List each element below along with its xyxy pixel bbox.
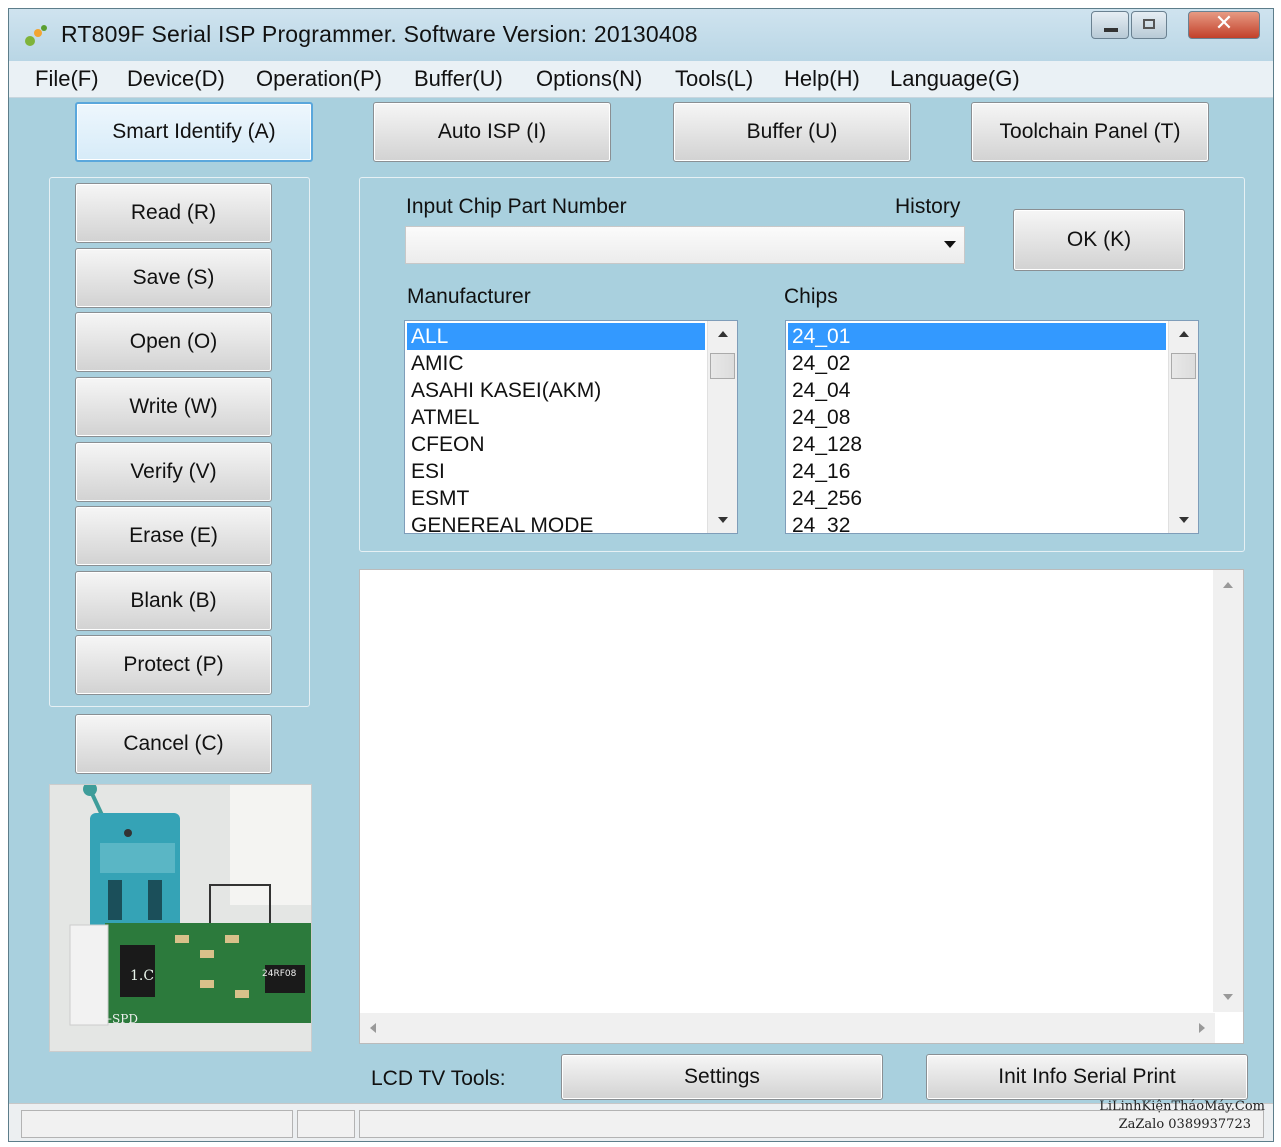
list-item[interactable]: ATMEL — [407, 404, 705, 431]
buffer-button[interactable]: Buffer (U) — [673, 102, 911, 162]
list-item[interactable]: AMIC — [407, 350, 705, 377]
list-item[interactable]: ALL — [407, 323, 705, 350]
log-vertical-scrollbar[interactable] — [1213, 570, 1243, 1012]
ok-button[interactable]: OK (K) — [1013, 209, 1185, 271]
maximize-icon — [1143, 19, 1155, 29]
protect-button[interactable]: Protect (P) — [75, 635, 272, 695]
menu-options[interactable]: Options(N) — [536, 66, 642, 92]
adapter-label: 1.C — [130, 968, 154, 984]
auto-isp-button[interactable]: Auto ISP (I) — [373, 102, 611, 162]
menu-bar: File(F) Device(D) Operation(P) Buffer(U)… — [9, 61, 1273, 98]
maximize-button[interactable] — [1131, 11, 1167, 39]
cancel-button[interactable]: Cancel (C) — [75, 714, 272, 774]
list-item[interactable]: 24_02 — [788, 350, 1166, 377]
status-cell-main — [21, 1110, 293, 1138]
save-button[interactable]: Save (S) — [75, 248, 272, 308]
log-output-area[interactable] — [359, 569, 1244, 1044]
lcd-tv-tools-label: LCD TV Tools: — [371, 1067, 506, 1090]
list-item[interactable]: CFEON — [407, 431, 705, 458]
menu-buffer[interactable]: Buffer(U) — [414, 66, 503, 92]
chips-list[interactable]: 24_01 24_02 24_04 24_08 24_128 24_16 24_… — [785, 320, 1199, 534]
watermark-line-2: ZaZalo 0389937723 — [1118, 1117, 1251, 1132]
title-bar[interactable]: RT809F Serial ISP Programmer. Software V… — [9, 9, 1273, 61]
settings-button[interactable]: Settings — [561, 1054, 883, 1100]
dropdown-arrow-icon[interactable] — [944, 241, 956, 248]
verify-button[interactable]: Verify (V) — [75, 442, 272, 502]
close-icon: ✕ — [1214, 10, 1234, 35]
scroll-left-icon[interactable] — [370, 1023, 376, 1033]
open-button[interactable]: Open (O) — [75, 312, 272, 372]
menu-operation[interactable]: Operation(P) — [256, 66, 382, 92]
menu-tools[interactable]: Tools(L) — [675, 66, 753, 92]
list-item[interactable]: GENEREAL MODE — [407, 512, 705, 533]
status-bar — [9, 1103, 1273, 1141]
toolchain-panel-button[interactable]: Toolchain Panel (T) — [971, 102, 1209, 162]
erase-button[interactable]: Erase (E) — [75, 506, 272, 566]
list-item[interactable]: ESMT — [407, 485, 705, 512]
adapter-photo: 1.C ←SPD 24RF08 — [49, 784, 312, 1052]
scroll-up-icon[interactable] — [718, 331, 728, 337]
scroll-up-icon[interactable] — [1223, 582, 1233, 588]
init-info-serial-print-button[interactable]: Init Info Serial Print — [926, 1054, 1248, 1100]
minimize-button[interactable] — [1091, 11, 1129, 39]
smart-identify-button[interactable]: Smart Identify (A) — [75, 102, 313, 162]
scroll-up-icon[interactable] — [1179, 331, 1189, 337]
list-item[interactable]: 24_256 — [788, 485, 1166, 512]
write-button[interactable]: Write (W) — [75, 377, 272, 437]
list-item[interactable]: 24_01 — [788, 323, 1166, 350]
list-item[interactable]: ESI — [407, 458, 705, 485]
scroll-thumb[interactable] — [710, 353, 735, 379]
list-item[interactable]: 24_16 — [788, 458, 1166, 485]
window-title: RT809F Serial ISP Programmer. Software V… — [61, 21, 698, 47]
chips-scrollbar[interactable] — [1168, 321, 1198, 533]
adapter-illustration: 1.C ←SPD 24RF08 — [50, 785, 311, 1051]
menu-help[interactable]: Help(H) — [784, 66, 860, 92]
spd-label: ←SPD — [102, 1012, 138, 1026]
chips-label: Chips — [784, 285, 838, 308]
manufacturer-scrollbar[interactable] — [707, 321, 737, 533]
list-item[interactable]: 24_128 — [788, 431, 1166, 458]
log-horizontal-scrollbar[interactable] — [360, 1013, 1215, 1043]
chip-label: 24RF08 — [262, 969, 297, 979]
menu-file[interactable]: File(F) — [35, 66, 99, 92]
chip-part-number-combo[interactable] — [405, 226, 965, 264]
menu-language[interactable]: Language(G) — [890, 66, 1020, 92]
list-item[interactable]: 24_08 — [788, 404, 1166, 431]
app-icon — [25, 25, 47, 46]
scroll-down-icon[interactable] — [718, 517, 728, 523]
blank-button[interactable]: Blank (B) — [75, 571, 272, 631]
scroll-thumb[interactable] — [1171, 353, 1196, 379]
watermark-line-1: LiLinhKiệnTháoMáy.Com — [1099, 1099, 1265, 1114]
history-label: History — [895, 195, 961, 218]
scroll-right-icon[interactable] — [1199, 1023, 1205, 1033]
scroll-down-icon[interactable] — [1223, 994, 1233, 1000]
scroll-down-icon[interactable] — [1179, 517, 1189, 523]
menu-device[interactable]: Device(D) — [127, 66, 225, 92]
input-chip-label: Input Chip Part Number — [406, 195, 627, 218]
list-item[interactable]: ASAHI KASEI(AKM) — [407, 377, 705, 404]
manufacturer-list[interactable]: ALL AMIC ASAHI KASEI(AKM) ATMEL CFEON ES… — [404, 320, 738, 534]
main-window: RT809F Serial ISP Programmer. Software V… — [8, 8, 1274, 1142]
read-button[interactable]: Read (R) — [75, 183, 272, 243]
list-item[interactable]: 24_32 — [788, 512, 1166, 533]
close-button[interactable]: ✕ — [1188, 10, 1260, 39]
manufacturer-label: Manufacturer — [407, 285, 531, 308]
status-cell-secondary — [297, 1110, 355, 1138]
minimize-icon — [1104, 28, 1118, 32]
list-item[interactable]: 24_04 — [788, 377, 1166, 404]
